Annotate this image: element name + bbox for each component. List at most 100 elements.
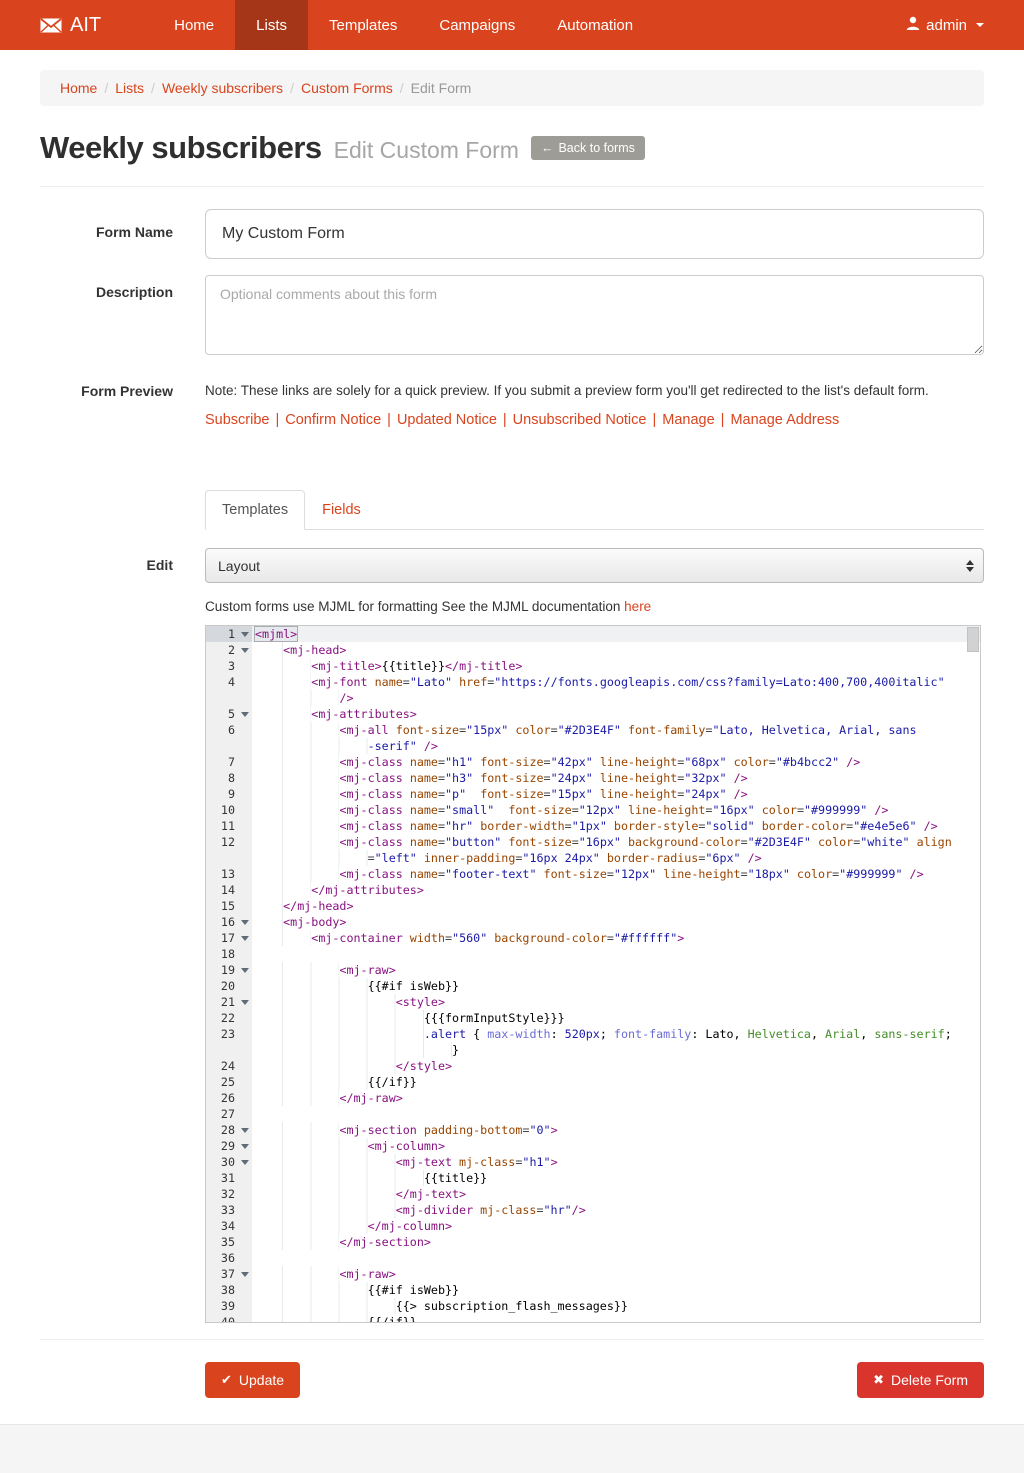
editor-code-text: </mj-column> [252, 1218, 980, 1234]
preview-link-confirm-notice[interactable]: Confirm Notice [285, 412, 381, 428]
preview-link-subscribe[interactable]: Subscribe [205, 412, 269, 428]
delete-form-button[interactable]: ✖Delete Form [857, 1362, 984, 1398]
editor-gutter-cell: 9 [206, 786, 252, 802]
description-textarea[interactable] [205, 275, 984, 355]
editor-line: 37<mj-raw> [206, 1266, 980, 1282]
nav-item-lists[interactable]: Lists [235, 0, 308, 50]
editor-line: 29<mj-column> [206, 1138, 980, 1154]
breadcrumb-separator: / [144, 80, 162, 96]
fold-arrow-icon[interactable] [241, 1000, 249, 1005]
nav-item-campaigns[interactable]: Campaigns [418, 0, 536, 50]
brand-link[interactable]: AIT [40, 0, 101, 50]
nav-item-home[interactable]: Home [153, 0, 235, 50]
editor-code-text: /> [252, 690, 980, 706]
mjml-code-editor[interactable]: 1<mjml>2<mj-head>3<mj-title>{{title}}</m… [205, 625, 981, 1323]
editor-code-text: -serif" /> [252, 738, 980, 754]
editor-line: 32</mj-text> [206, 1186, 980, 1202]
editor-line: 16<mj-body> [206, 914, 980, 930]
editor-code-text: <mjml> [252, 626, 980, 642]
user-menu[interactable]: admin [906, 16, 984, 34]
editor-line: 14</mj-attributes> [206, 882, 980, 898]
fold-arrow-icon[interactable] [241, 632, 249, 637]
editor-gutter-cell: 6 [206, 722, 252, 738]
editor-code-text: {{/if}} [252, 1074, 980, 1090]
envelope-icon [40, 18, 62, 33]
nav-item-templates[interactable]: Templates [308, 0, 418, 50]
editor-line: 27 [206, 1106, 980, 1122]
editor-gutter-cell: 37 [206, 1266, 252, 1282]
editor-code-text: <mj-title>{{title}}</mj-title> [252, 658, 980, 674]
breadcrumb-item-lists[interactable]: Lists [115, 80, 144, 96]
editor-line-wrap: } [206, 1042, 980, 1058]
editor-gutter-cell: 3 [206, 658, 252, 674]
tabs: TemplatesFields [205, 490, 984, 530]
editor-scrollbar-thumb[interactable] [967, 627, 979, 652]
editor-code-text: <style> [252, 994, 980, 1010]
editor-gutter-cell: 17 [206, 930, 252, 946]
editor-code-text: </mj-section> [252, 1234, 980, 1250]
fold-arrow-icon[interactable] [241, 1160, 249, 1165]
fold-arrow-icon[interactable] [241, 936, 249, 941]
editor-line: 1<mjml> [206, 626, 980, 642]
fold-arrow-icon[interactable] [241, 920, 249, 925]
breadcrumb-item-weekly-subscribers[interactable]: Weekly subscribers [162, 80, 283, 96]
editor-gutter-cell: 30 [206, 1154, 252, 1170]
editor-code-text: <mj-raw> [252, 1266, 980, 1282]
editor-code-text: <mj-all font-size="15px" color="#2D3E4F"… [252, 722, 980, 738]
editor-line: 20{{#if isWeb}} [206, 978, 980, 994]
editor-line: 34</mj-column> [206, 1218, 980, 1234]
page-title: Weekly subscribers [40, 130, 322, 166]
fold-arrow-icon[interactable] [241, 1144, 249, 1149]
edit-template-select[interactable]: Layout [205, 548, 984, 583]
description-label: Description [40, 275, 173, 355]
page-footer [0, 1424, 1024, 1473]
editor-gutter-cell: 5 [206, 706, 252, 722]
fold-arrow-icon[interactable] [241, 1272, 249, 1277]
editor-code-text: {{#if isWeb}} [252, 1282, 980, 1298]
editor-code-text: .alert { max-width: 520px; font-family: … [252, 1026, 980, 1042]
editor-line: 3<mj-title>{{title}}</mj-title> [206, 658, 980, 674]
editor-line: 15</mj-head> [206, 898, 980, 914]
preview-link-updated-notice[interactable]: Updated Notice [397, 412, 497, 428]
editor-gutter-cell: 8 [206, 770, 252, 786]
header-divider [40, 186, 984, 187]
editor-code-text: <mj-raw> [252, 962, 980, 978]
editor-code-text: } [252, 1042, 980, 1058]
nav-item-automation[interactable]: Automation [536, 0, 654, 50]
editor-code-text: {{> subscription_flash_messages}} [252, 1298, 980, 1314]
editor-gutter-cell: 38 [206, 1282, 252, 1298]
preview-link-unsubscribed-notice[interactable]: Unsubscribed Notice [513, 412, 647, 428]
preview-link-manage-address[interactable]: Manage Address [730, 412, 839, 428]
fold-arrow-icon[interactable] [241, 648, 249, 653]
back-to-forms-button[interactable]: ←Back to forms [531, 136, 645, 160]
fold-arrow-icon[interactable] [241, 1128, 249, 1133]
top-navbar: AIT HomeListsTemplatesCampaignsAutomatio… [0, 0, 1024, 50]
editor-gutter-cell: 14 [206, 882, 252, 898]
breadcrumb-item-custom-forms[interactable]: Custom Forms [301, 80, 393, 96]
editor-gutter-cell: 2 [206, 642, 252, 658]
form-name-input[interactable] [205, 209, 984, 259]
preview-link-manage[interactable]: Manage [662, 412, 714, 428]
editor-line: 22{{{formInputStyle}}} [206, 1010, 980, 1026]
editor-code-text: <mj-container width="560" background-col… [252, 930, 980, 946]
tab-fields[interactable]: Fields [305, 490, 378, 530]
link-separator: | [646, 412, 662, 428]
editor-gutter-cell: 29 [206, 1138, 252, 1154]
editor-line: 11<mj-class name="hr" border-width="1px"… [206, 818, 980, 834]
editor-code-text: ="left" inner-padding="16px 24px" border… [252, 850, 980, 866]
editor-gutter-cell: 24 [206, 1058, 252, 1074]
page-subtitle: Edit Custom Form [334, 137, 519, 164]
breadcrumb-item-home[interactable]: Home [60, 80, 97, 96]
tab-templates[interactable]: Templates [205, 490, 305, 530]
editor-gutter-cell: 40 [206, 1314, 252, 1323]
editor-line: 12<mj-class name="button" font-size="16p… [206, 834, 980, 850]
fold-arrow-icon[interactable] [241, 968, 249, 973]
editor-gutter-cell: 1 [206, 626, 252, 642]
editor-line-wrap: ="left" inner-padding="16px 24px" border… [206, 850, 980, 866]
update-button[interactable]: ✔Update [205, 1362, 300, 1398]
form-name-label: Form Name [40, 209, 173, 259]
fold-arrow-icon[interactable] [241, 712, 249, 717]
mjml-doc-link[interactable]: here [624, 599, 651, 614]
editor-line: 10<mj-class name="small" font-size="12px… [206, 802, 980, 818]
editor-line-wrap: /> [206, 690, 980, 706]
